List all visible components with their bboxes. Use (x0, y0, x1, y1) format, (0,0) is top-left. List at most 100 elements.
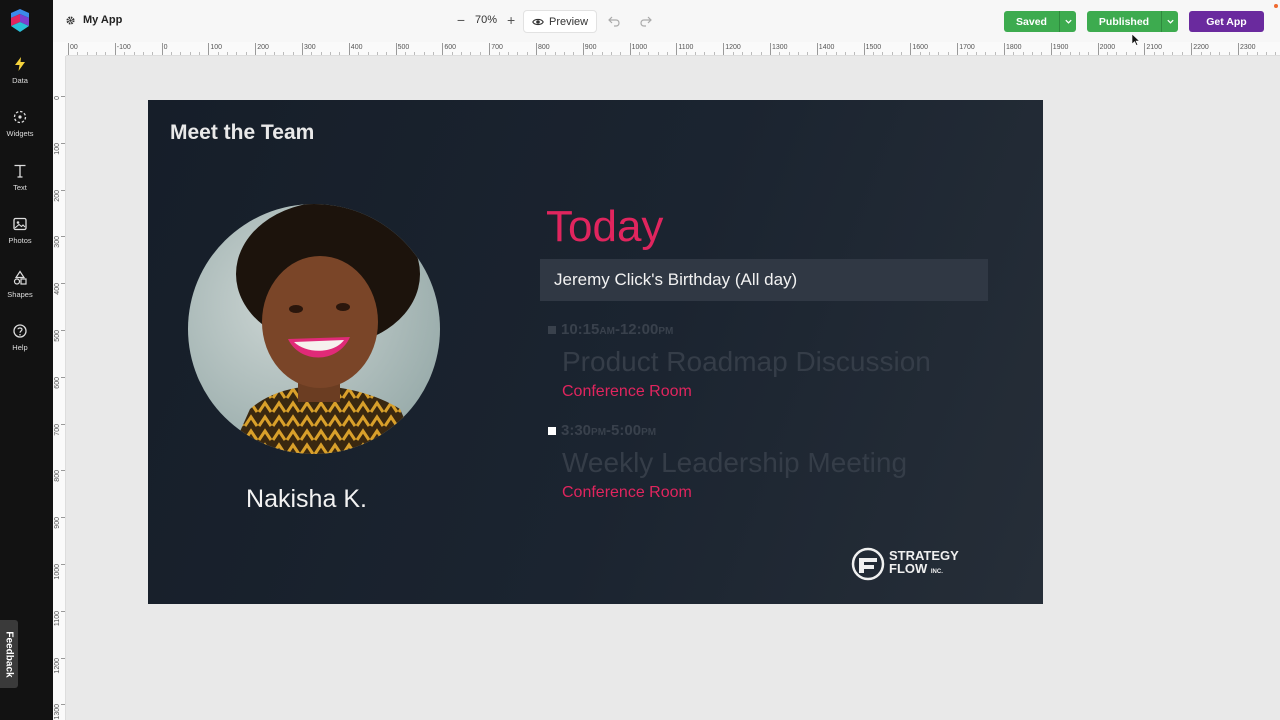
ruler-minor-tick (788, 52, 790, 55)
saved-button[interactable]: Saved (1004, 11, 1059, 32)
ruler-minor-tick (545, 52, 547, 55)
ruler-tick-label: -100 (114, 43, 131, 55)
ruler-minor-tick (245, 52, 247, 55)
ruler-minor-tick (704, 52, 706, 55)
saved-dropdown-button[interactable] (1059, 11, 1076, 32)
ruler-major-tick (61, 142, 65, 144)
ruler-tick-label: 1100 (54, 610, 61, 626)
all-day-event[interactable]: Jeremy Click's Birthday (All day) (540, 259, 988, 301)
sidebar-item-widgets[interactable]: Widgets (0, 109, 40, 138)
get-app-button[interactable]: Get App (1189, 11, 1264, 32)
ruler-minor-tick (901, 52, 903, 55)
ruler-minor-tick (798, 52, 800, 55)
ruler-minor-tick (601, 52, 603, 55)
ruler-major-tick (61, 236, 65, 238)
ruler-minor-tick (273, 52, 275, 55)
chevron-down-icon (1166, 19, 1174, 24)
ruler-minor-tick (1022, 52, 1024, 55)
slide-canvas[interactable]: Meet the Team Nakisha K. Today Jeremy Cl… (148, 100, 1043, 604)
app-logo-icon[interactable] (9, 8, 31, 34)
ruler-minor-tick (1200, 52, 1202, 55)
ruler-minor-tick (1125, 52, 1127, 55)
horizontal-ruler: 00 -100 0 100 200 300 400 500 600 700 800 900 1000 11… (66, 42, 1280, 56)
gear-icon[interactable] (65, 15, 76, 26)
ruler-tick-label: 400 (54, 283, 61, 295)
strategy-flow-emblem-icon (851, 547, 885, 581)
ruler-minor-tick (891, 52, 893, 55)
ruler-minor-tick (854, 52, 856, 55)
redo-icon[interactable] (639, 14, 653, 28)
ruler-tick-label: 900 (582, 43, 596, 55)
ruler-tick-label: 600 (442, 43, 456, 55)
event-time[interactable]: 3:30PM-5:00PM (561, 422, 656, 439)
text-icon (14, 164, 26, 178)
ruler-minor-tick (498, 52, 500, 55)
sidebar-item-help[interactable]: Help (0, 323, 40, 352)
ruler-minor-tick (1247, 52, 1249, 55)
notification-dot (1274, 4, 1278, 8)
preview-button[interactable]: Preview (523, 10, 598, 33)
zoom-in-button[interactable]: + (503, 13, 519, 27)
ruler-minor-tick (105, 52, 107, 55)
ruler-minor-tick (404, 52, 406, 55)
event-room[interactable]: Conference Room (562, 484, 692, 502)
app-settings[interactable]: My App (65, 14, 122, 26)
published-button[interactable]: Published (1087, 11, 1161, 32)
ruler-minor-tick (685, 52, 687, 55)
ruler-minor-tick (217, 52, 219, 55)
app-name: My App (83, 14, 123, 26)
zoom-out-button[interactable]: − (453, 13, 469, 27)
ruler-tick-label: 0 (161, 43, 168, 55)
ruler-tick-label: 800 (536, 43, 550, 55)
slide-heading[interactable]: Meet the Team (170, 121, 314, 145)
ruler-major-tick (61, 470, 65, 472)
sidebar-item-shapes[interactable]: Shapes (0, 270, 40, 299)
event-title[interactable]: Weekly Leadership Meeting (562, 447, 907, 479)
ruler-major-tick (61, 330, 65, 331)
photo-icon (13, 217, 27, 231)
published-dropdown-button[interactable] (1161, 11, 1178, 32)
event-marker (548, 427, 556, 435)
feedback-tab[interactable]: Feedback (0, 620, 18, 688)
ruler-minor-tick (77, 52, 79, 55)
sidebar-item-text[interactable]: Text (0, 163, 40, 192)
ruler-tick-label: 300 (54, 236, 61, 249)
ruler-major-tick (61, 376, 65, 378)
published-button-group: Published (1087, 11, 1178, 32)
chevron-down-icon (1064, 19, 1072, 24)
ruler-minor-tick (1041, 52, 1043, 55)
ruler-tick-label: 0 (54, 96, 61, 100)
ruler-minor-tick (283, 52, 285, 55)
logo-suffix: INC. (930, 569, 943, 575)
ruler-minor-tick (592, 52, 594, 55)
strategy-flow-logo[interactable]: STRATEGY FLOW INC. (851, 547, 959, 581)
ruler-minor-tick (292, 52, 294, 55)
sidebar-item-label: Widgets (6, 129, 34, 138)
ruler-tick-label: 400 (348, 43, 362, 55)
event-room[interactable]: Conference Room (562, 383, 692, 401)
team-member-name[interactable]: Nakisha K. (148, 485, 465, 514)
ruler-tick-label: 100 (54, 142, 61, 155)
event-time[interactable]: 10:15AM-12:00PM (561, 321, 673, 338)
event-title[interactable]: Product Roadmap Discussion (562, 346, 931, 378)
ruler-minor-tick (807, 52, 809, 55)
team-member-photo[interactable] (188, 204, 440, 454)
ruler-tick-label: 700 (54, 423, 61, 436)
sidebar-item-photos[interactable]: Photos (0, 216, 40, 245)
ruler-minor-tick (620, 52, 622, 55)
ruler-minor-tick (1266, 52, 1268, 55)
ruler-minor-tick (423, 52, 425, 55)
ruler-minor-tick (638, 52, 640, 55)
sidebar-item-data[interactable]: Data (0, 56, 40, 85)
sidebar-item-label: Help (12, 343, 28, 352)
ruler-minor-tick (152, 52, 154, 55)
ruler-minor-tick (1219, 52, 1221, 55)
ruler-tick-label: 500 (395, 43, 409, 55)
today-heading[interactable]: Today (546, 202, 663, 252)
undo-icon[interactable] (607, 14, 621, 28)
ruler-minor-tick (1106, 52, 1108, 55)
mouse-cursor-icon (1132, 34, 1140, 46)
ruler-minor-tick (264, 52, 266, 55)
ruler-minor-tick (236, 52, 238, 55)
ruler-minor-tick (826, 52, 828, 55)
